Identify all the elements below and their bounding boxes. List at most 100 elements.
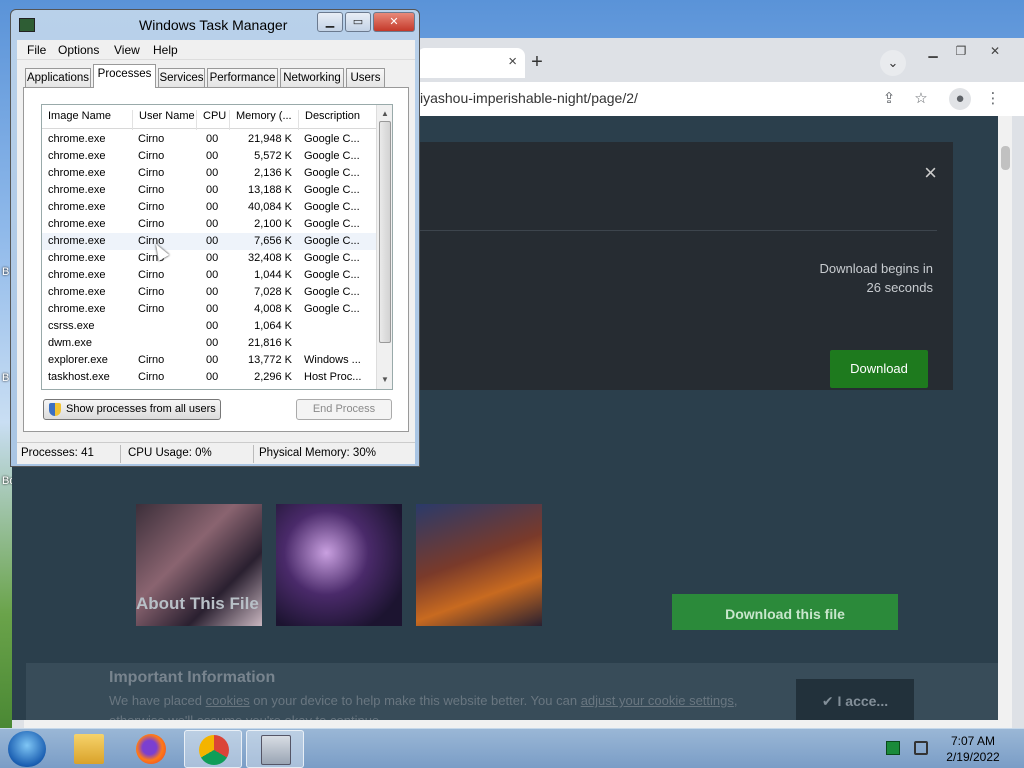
cell-memory: 13,772 K (247, 354, 292, 366)
process-row[interactable]: chrome.exe Cirno 00 21,948 K Google C... (42, 131, 376, 148)
cookie-title: Important Information (109, 669, 276, 686)
countdown-line1: Download begins in (819, 261, 933, 276)
process-row[interactable]: explorer.exe Cirno 00 13,772 K Windows ... (42, 352, 376, 369)
tray-app-icon[interactable] (886, 741, 900, 755)
tab-users[interactable]: Users (346, 68, 385, 87)
download-countdown: Download begins in 26 seconds (820, 259, 933, 297)
cookies-link[interactable]: cookies (206, 693, 250, 708)
column-cpu[interactable]: CPU (197, 110, 230, 130)
horizontal-scrollbar[interactable] (24, 720, 1012, 728)
menu-help[interactable]: Help (153, 43, 178, 57)
taskbar-explorer[interactable] (60, 730, 118, 768)
tab-performance[interactable]: Performance (207, 68, 278, 87)
process-scrollbar-thumb[interactable] (379, 121, 391, 343)
process-row[interactable]: chrome.exe Cirno 00 7,656 K Google C... (42, 233, 376, 250)
process-list: Image Name User Name CPU Memory (... Des… (41, 104, 393, 390)
process-row[interactable]: chrome.exe Cirno 00 2,136 K Google C... (42, 165, 376, 182)
cell-cpu: 00 (206, 252, 219, 264)
tab-applications[interactable]: Applications (25, 68, 91, 87)
minimize-button[interactable]: ▁ (317, 12, 343, 32)
cell-description: Google C... (304, 286, 360, 298)
tab-close-icon[interactable]: × (508, 53, 517, 70)
cell-memory: 7,656 K (254, 235, 292, 247)
cookie-accept-button[interactable]: ✔ I acce... (796, 679, 914, 720)
cell-description: Google C... (304, 303, 360, 315)
browser-minimize-button[interactable]: ▁ (920, 44, 946, 62)
process-row[interactable]: csrss.exe 00 1,064 K (42, 318, 376, 335)
process-row[interactable]: chrome.exe Cirno 00 32,408 K Google C... (42, 250, 376, 267)
cell-description: Google C... (304, 252, 360, 264)
status-cpu: CPU Usage: 0% (128, 447, 212, 459)
taskbar: 7:07 AM 2/19/2022 (0, 728, 1024, 768)
cell-cpu: 00 (206, 133, 219, 145)
browser-tab[interactable]: × (417, 48, 525, 78)
tab-search-button[interactable]: ⌄ (880, 50, 906, 76)
tab-processes[interactable]: Processes (93, 64, 156, 88)
show-all-label: Show processes from all users (66, 403, 216, 415)
screenshot-thumbnail[interactable] (416, 504, 542, 626)
process-row[interactable]: chrome.exe Cirno 00 1,044 K Google C... (42, 267, 376, 284)
taskbar-chrome[interactable] (184, 730, 242, 768)
column-user-name[interactable]: User Name (133, 110, 197, 130)
maximize-button[interactable]: ▭ (345, 12, 371, 32)
taskbar-task-manager[interactable] (246, 730, 304, 768)
show-all-processes-button[interactable]: Show processes from all users (43, 399, 221, 420)
tab-networking[interactable]: Networking (280, 68, 344, 87)
cell-user-name: Cirno (138, 286, 165, 298)
folder-icon (74, 734, 104, 764)
cell-description: Google C... (304, 133, 360, 145)
countdown-line2: 26 seconds (866, 280, 934, 295)
screenshot-thumbnail[interactable] (276, 504, 402, 626)
page-scrollbar[interactable] (998, 116, 1012, 720)
desktop-icon-label[interactable]: B (2, 372, 9, 384)
cookie-text-part: on your device to help make this website… (249, 693, 581, 708)
browser-restore-button[interactable]: ❐ (948, 44, 974, 62)
menu-file[interactable]: File (27, 43, 46, 57)
process-row[interactable]: chrome.exe Cirno 00 13,188 K Google C... (42, 182, 376, 199)
end-process-button[interactable]: End Process (296, 399, 392, 420)
cell-image-name: chrome.exe (48, 269, 106, 281)
process-row[interactable]: chrome.exe Cirno 00 5,572 K Google C... (42, 148, 376, 165)
cell-user-name: Cirno (138, 269, 165, 281)
profile-icon[interactable]: ● (949, 88, 971, 110)
status-bar: Processes: 41 CPU Usage: 0% Physical Mem… (17, 442, 415, 464)
download-button[interactable]: Download (830, 350, 928, 388)
scroll-up-arrow-icon[interactable]: ▲ (381, 109, 389, 118)
process-row[interactable]: chrome.exe Cirno 00 40,084 K Google C... (42, 199, 376, 216)
share-icon[interactable]: ⇪ (878, 88, 900, 110)
scroll-down-arrow-icon[interactable]: ▼ (381, 375, 389, 384)
address-bar[interactable]: iyashou-imperishable-night/page/2/ (420, 90, 638, 106)
scrollbar-thumb[interactable] (1001, 146, 1010, 170)
taskbar-firefox[interactable] (122, 730, 180, 768)
process-row[interactable]: chrome.exe Cirno 00 7,028 K Google C... (42, 284, 376, 301)
process-row[interactable]: chrome.exe Cirno 00 4,008 K Google C... (42, 301, 376, 318)
cell-cpu: 00 (206, 337, 219, 349)
bookmark-star-icon[interactable]: ☆ (910, 88, 932, 110)
uac-shield-icon (49, 403, 61, 416)
close-button[interactable]: ✕ (373, 12, 415, 32)
column-image-name[interactable]: Image Name (42, 110, 133, 130)
browser-close-button[interactable]: ✕ (982, 44, 1008, 62)
menu-view[interactable]: View (114, 43, 140, 57)
start-button[interactable] (8, 731, 46, 767)
cell-user-name: Cirno (138, 150, 165, 162)
menu-options[interactable]: Options (58, 43, 99, 57)
task-manager-window: Windows Task Manager ▁ ▭ ✕ File Options … (10, 9, 420, 467)
system-clock[interactable]: 7:07 AM 2/19/2022 (938, 733, 1008, 765)
process-row[interactable]: dwm.exe 00 21,816 K (42, 335, 376, 352)
cell-memory: 4,008 K (254, 303, 292, 315)
menu-kebab-icon[interactable]: ⋮ (982, 88, 1004, 110)
network-icon[interactable] (914, 741, 928, 755)
process-row[interactable]: chrome.exe Cirno 00 2,100 K Google C... (42, 216, 376, 233)
tab-services[interactable]: Services (158, 68, 205, 87)
column-description[interactable]: Description (299, 110, 376, 130)
desktop-icon-label[interactable]: B (2, 266, 9, 278)
process-list-scrollbar[interactable]: ▲ ▼ (376, 105, 392, 389)
download-file-button[interactable]: Download this file (672, 594, 898, 630)
cell-memory: 1,044 K (254, 269, 292, 281)
process-row[interactable]: taskhost.exe Cirno 00 2,296 K Host Proc... (42, 369, 376, 386)
new-tab-button[interactable]: + (524, 50, 550, 76)
cookie-settings-link[interactable]: adjust your cookie settings (581, 693, 734, 708)
column-memory[interactable]: Memory (... (230, 110, 299, 130)
modal-close-icon[interactable]: × (924, 160, 937, 186)
